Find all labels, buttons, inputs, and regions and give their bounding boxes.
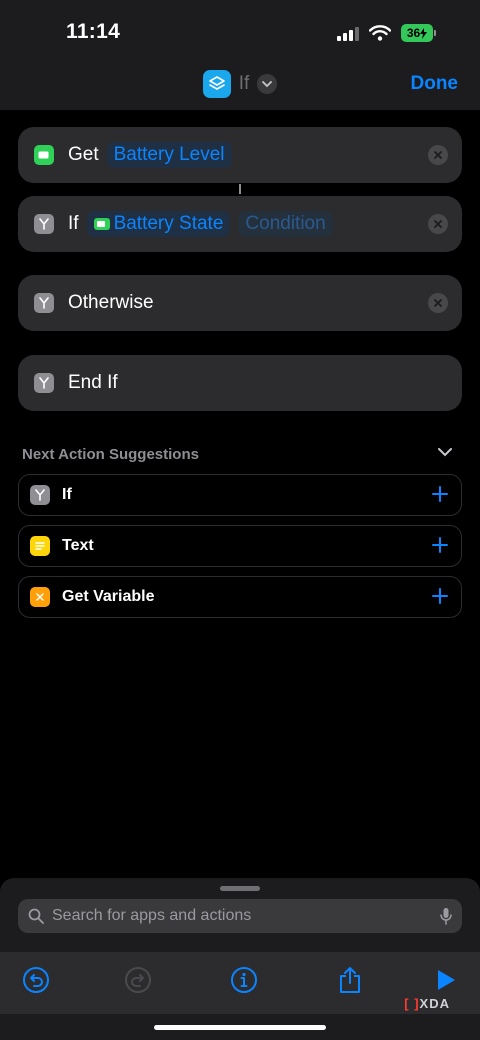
- suggestion-if[interactable]: If: [18, 474, 462, 516]
- redo-icon: [125, 967, 151, 993]
- status-time: 11:14: [66, 20, 121, 43]
- microphone-icon[interactable]: [440, 907, 452, 925]
- battery-level-token[interactable]: Battery Level: [106, 142, 232, 168]
- share-icon: [340, 967, 360, 993]
- wifi-icon: [369, 25, 391, 41]
- branch-icon: [34, 293, 54, 313]
- action-end-if[interactable]: End If: [18, 355, 462, 411]
- remove-action-icon[interactable]: [428, 293, 448, 313]
- battery-icon: [93, 218, 110, 230]
- block-connector: [239, 184, 241, 194]
- sheet-grabber[interactable]: [220, 886, 260, 891]
- branch-icon: [30, 485, 50, 505]
- chevron-down-icon[interactable]: [438, 448, 452, 457]
- battery-state-token[interactable]: Battery State: [86, 211, 231, 237]
- play-icon: [438, 970, 455, 990]
- variable-icon: [30, 587, 50, 607]
- action-if[interactable]: If Battery State Condition: [18, 196, 462, 252]
- charging-bolt-icon: [420, 27, 428, 39]
- suggestion-get-variable[interactable]: Get Variable: [18, 576, 462, 618]
- branch-icon: [34, 214, 54, 234]
- info-icon: [231, 967, 257, 993]
- actions-sheet: Search for apps and actions []XDA: [0, 878, 480, 1040]
- info-button[interactable]: [230, 966, 258, 994]
- action-label: End If: [68, 372, 118, 393]
- run-button[interactable]: [432, 966, 460, 994]
- action-otherwise[interactable]: Otherwise: [18, 275, 462, 331]
- share-button[interactable]: [336, 966, 364, 994]
- action-label: If: [68, 213, 79, 234]
- remove-action-icon[interactable]: [428, 145, 448, 165]
- chevron-down-icon[interactable]: [257, 74, 278, 94]
- search-field[interactable]: Search for apps and actions: [18, 899, 462, 933]
- battery-indicator: 36: [401, 24, 436, 42]
- action-label: Get: [68, 144, 99, 165]
- suggestion-label: Text: [62, 537, 94, 554]
- add-icon[interactable]: [431, 587, 449, 605]
- suggestion-label: Get Variable: [62, 588, 155, 605]
- cellular-signal-icon: [337, 25, 359, 41]
- search-input[interactable]: Search for apps and actions: [52, 907, 251, 925]
- shortcuts-app-icon: [202, 70, 231, 98]
- battery-level-text: 36: [401, 24, 433, 42]
- shortcut-title[interactable]: If: [0, 70, 480, 98]
- add-icon[interactable]: [431, 485, 449, 503]
- action-label: Otherwise: [68, 292, 154, 313]
- condition-token[interactable]: Condition: [238, 211, 333, 237]
- done-button[interactable]: Done: [411, 73, 459, 95]
- text-icon: [30, 536, 50, 556]
- undo-button[interactable]: [22, 966, 50, 994]
- home-indicator[interactable]: [154, 1025, 326, 1030]
- action-get-battery-level[interactable]: Get Battery Level: [18, 127, 462, 183]
- xda-watermark: [ ]XDA: [404, 996, 450, 1011]
- redo-button[interactable]: [124, 966, 152, 994]
- remove-action-icon[interactable]: [428, 214, 448, 234]
- suggestions-heading: Next Action Suggestions: [22, 446, 199, 463]
- suggestion-label: If: [62, 486, 72, 503]
- top-bar: 11:14 36 If Done: [0, 0, 480, 110]
- suggestion-text[interactable]: Text: [18, 525, 462, 567]
- status-icons: 36: [337, 22, 436, 44]
- branch-icon: [34, 373, 54, 393]
- search-icon: [28, 908, 44, 924]
- undo-icon: [23, 967, 49, 993]
- shortcut-name: If: [238, 73, 250, 94]
- battery-icon: [34, 145, 54, 165]
- add-icon[interactable]: [431, 536, 449, 554]
